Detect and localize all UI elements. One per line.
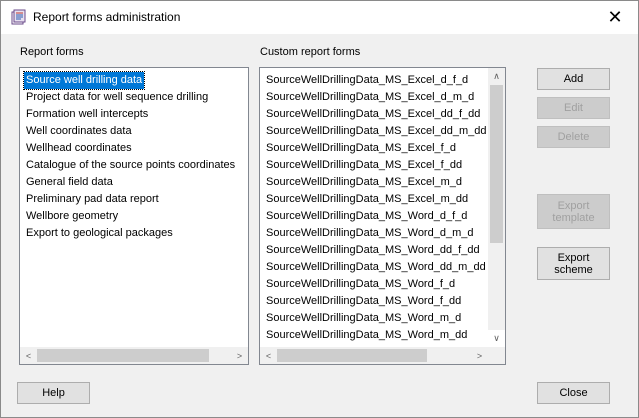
custom-forms-hscrollbar[interactable]: < > — [260, 347, 488, 364]
export-scheme-button[interactable]: Export scheme — [537, 247, 610, 280]
custom-report-form-item[interactable]: SourceWellDrillingData_MS_Excel_dd_m_dd — [266, 123, 487, 140]
scroll-corner — [488, 347, 505, 364]
custom-report-form-item[interactable]: SourceWellDrillingData_MS_Excel_m_d — [266, 174, 462, 191]
report-form-item[interactable]: Formation well intercepts — [26, 106, 148, 123]
report-form-item[interactable]: Source well drilling data — [22, 71, 146, 90]
custom-report-form-item[interactable]: SourceWellDrillingData_MS_Word_m_dd — [266, 327, 467, 344]
report-forms-hscrollbar[interactable]: < > — [20, 347, 248, 364]
custom-report-form-item[interactable]: SourceWellDrillingData_MS_Word_dd_m_dd — [266, 259, 486, 276]
scroll-up-arrow-icon[interactable]: ∧ — [488, 68, 505, 85]
scroll-thumb[interactable] — [277, 349, 427, 362]
custom-report-form-item[interactable]: SourceWellDrillingData_MS_Excel_d_f_d — [266, 72, 468, 89]
export-template-button[interactable]: Export template — [537, 194, 610, 229]
window-title: Report forms administration — [33, 10, 181, 24]
custom-report-forms-list[interactable]: SourceWellDrillingData_MS_Excel_d_f_d Sou… — [259, 67, 506, 365]
custom-report-form-item[interactable]: SourceWellDrillingData_MS_Word_d_f_d — [266, 208, 467, 225]
scroll-thumb[interactable] — [37, 349, 209, 362]
custom-report-form-item[interactable]: SourceWellDrillingData_MS_Word_f_d — [266, 276, 455, 293]
scroll-left-arrow-icon[interactable]: < — [260, 347, 277, 364]
report-form-item[interactable]: Wellbore geometry — [26, 208, 118, 225]
dialog-window: Report forms administration ✕ Report for… — [0, 0, 639, 418]
scroll-right-arrow-icon[interactable]: > — [231, 347, 248, 364]
custom-report-form-item[interactable]: SourceWellDrillingData_MS_Word_dd_f_dd — [266, 242, 480, 259]
report-form-item[interactable]: Project data for well sequence drilling — [26, 89, 208, 106]
custom-report-form-item[interactable]: SourceWellDrillingData_MS_Word_d_m_d — [266, 225, 473, 242]
custom-report-form-item[interactable]: SourceWellDrillingData_MS_Excel_f_d — [266, 140, 456, 157]
delete-button[interactable]: Delete — [537, 126, 610, 148]
custom-report-form-item[interactable]: SourceWellDrillingData_MS_Excel_dd_f_dd — [266, 106, 480, 123]
custom-report-form-item[interactable]: SourceWellDrillingData_MS_Excel_f_dd — [266, 157, 462, 174]
custom-report-form-item[interactable]: SourceWellDrillingData_MS_Word_f_dd — [266, 293, 461, 310]
scroll-right-arrow-icon[interactable]: > — [471, 347, 488, 364]
report-forms-label: Report forms — [20, 46, 84, 58]
title-bar: Report forms administration ✕ — [1, 1, 638, 34]
report-forms-list[interactable]: Source well drilling data Project data fo… — [19, 67, 249, 365]
report-form-item[interactable]: General field data — [26, 174, 113, 191]
report-form-item[interactable]: Preliminary pad data report — [26, 191, 159, 208]
custom-report-forms-label: Custom report forms — [260, 46, 361, 58]
close-button[interactable]: Close — [537, 382, 610, 404]
custom-report-form-item[interactable]: SourceWellDrillingData_MS_Word_m_d — [266, 310, 461, 327]
scroll-down-arrow-icon[interactable]: ∨ — [488, 330, 505, 347]
scroll-left-arrow-icon[interactable]: < — [20, 347, 37, 364]
report-form-item[interactable]: Wellhead coordinates — [26, 140, 132, 157]
add-button[interactable]: Add — [537, 68, 610, 90]
report-app-icon — [11, 9, 26, 25]
vscroll-thumb[interactable] — [490, 85, 503, 243]
custom-report-form-item[interactable]: SourceWellDrillingData_MS_Excel_d_m_d — [266, 89, 474, 106]
custom-forms-vscrollbar[interactable]: ∧ ∨ — [488, 68, 505, 343]
close-window-icon[interactable]: ✕ — [592, 1, 638, 34]
help-button[interactable]: Help — [17, 382, 90, 404]
edit-button[interactable]: Edit — [537, 97, 610, 119]
report-form-item[interactable]: Catalogue of the source points coordinat… — [26, 157, 235, 174]
custom-report-form-item[interactable]: SourceWellDrillingData_MS_Excel_m_dd — [266, 191, 468, 208]
report-form-item[interactable]: Well coordinates data — [26, 123, 132, 140]
report-form-item[interactable]: Export to geological packages — [26, 225, 173, 242]
